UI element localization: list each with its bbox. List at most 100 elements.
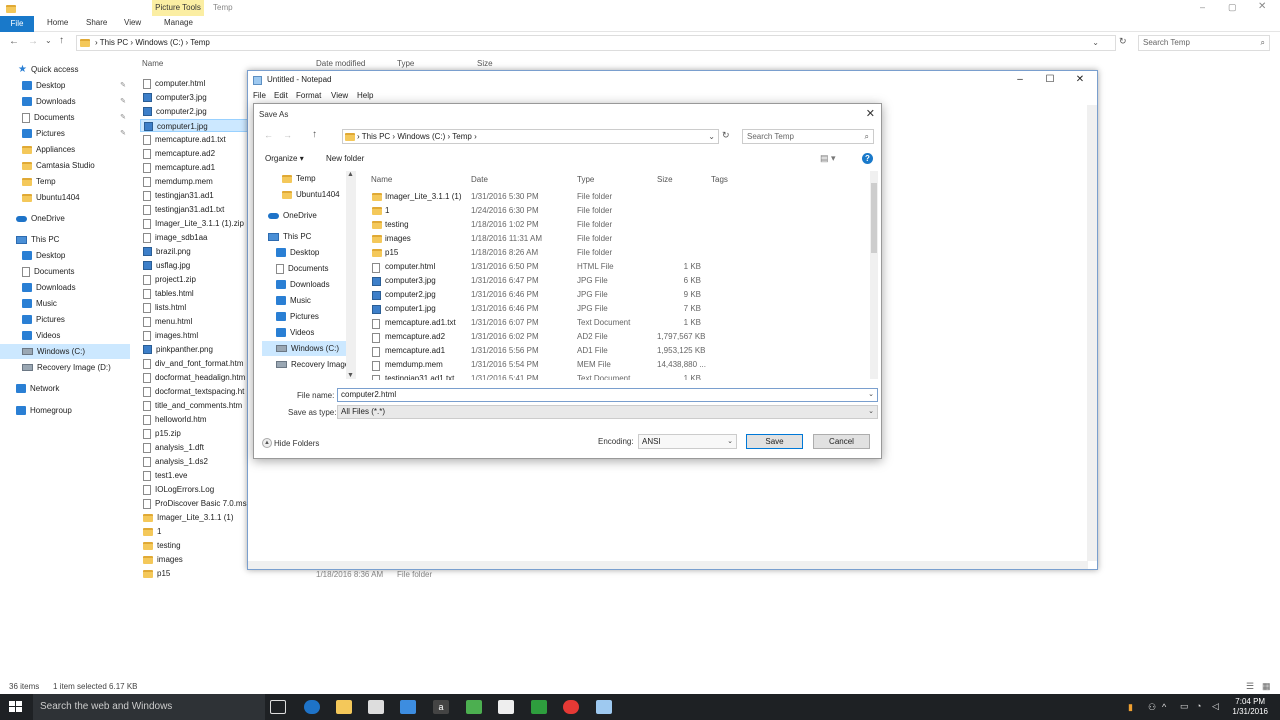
- vertical-scrollbar[interactable]: [1087, 105, 1097, 561]
- chevron-up-icon[interactable]: ^: [1162, 702, 1166, 712]
- sidebar-item[interactable]: OneDrive: [0, 211, 130, 226]
- tiles-view-icon[interactable]: ▦: [1262, 681, 1271, 692]
- dialog-search-input[interactable]: Search Temp ⌕: [742, 129, 874, 144]
- file-name-input[interactable]: computer2.html ⌄: [337, 388, 878, 402]
- list-item[interactable]: project1.zip: [140, 273, 250, 286]
- tab-share[interactable]: Share: [86, 18, 107, 27]
- sidebar-item[interactable]: Documents: [0, 264, 130, 279]
- taskbar-search-input[interactable]: Search the web and Windows: [33, 694, 265, 720]
- volume-icon[interactable]: ◁: [1212, 701, 1219, 712]
- dialog-nav-item[interactable]: Pictures: [262, 309, 356, 324]
- table-row[interactable]: p15 1/18/2016 8:26 AM File folder: [370, 246, 870, 260]
- table-row[interactable]: memcapture.ad2 1/31/2016 6:02 PM AD2 File 1…: [370, 330, 870, 344]
- menu-view[interactable]: View: [331, 91, 348, 100]
- dialog-nav-item[interactable]: Music: [262, 293, 356, 308]
- table-row[interactable]: testing 1/18/2016 1:02 PM File folder: [370, 218, 870, 232]
- sidebar-item[interactable]: Downloads ✎: [0, 94, 130, 109]
- dropbox-icon[interactable]: [400, 700, 416, 714]
- scroll-thumb[interactable]: [871, 183, 877, 253]
- sidebar-item[interactable]: This PC: [0, 232, 130, 247]
- chevron-up-icon[interactable]: ▲: [262, 438, 272, 448]
- notepad-plus-icon[interactable]: [498, 700, 514, 714]
- list-item[interactable]: p15: [140, 567, 250, 580]
- start-button[interactable]: [9, 701, 22, 713]
- encoding-select[interactable]: ANSI ⌄: [638, 434, 737, 449]
- tab-manage[interactable]: Manage: [164, 18, 193, 27]
- sidebar-item[interactable]: Desktop ✎: [0, 78, 130, 93]
- forward-icon[interactable]: →: [28, 36, 38, 47]
- dialog-nav-item[interactable]: Videos: [262, 325, 356, 340]
- list-item[interactable]: title_and_comments.htm: [140, 399, 250, 412]
- organize-button[interactable]: Organize ▾: [265, 154, 304, 163]
- tab-home[interactable]: Home: [47, 18, 68, 27]
- dialog-nav-item[interactable]: Desktop: [262, 245, 356, 260]
- list-item[interactable]: computer.html: [140, 77, 250, 90]
- list-item[interactable]: helloworld.htm: [140, 413, 250, 426]
- list-item[interactable]: test1.eve: [140, 469, 250, 482]
- menu-file[interactable]: File: [253, 91, 266, 100]
- search-icon[interactable]: ⌕: [1261, 36, 1265, 50]
- dialog-nav-item[interactable]: Documents: [262, 261, 356, 276]
- scroll-up-icon[interactable]: ▲: [347, 171, 354, 178]
- table-row[interactable]: memcapture.ad1 1/31/2016 5:56 PM AD1 File 1…: [370, 344, 870, 358]
- minimize-icon[interactable]: –: [1005, 71, 1035, 89]
- column-header-date[interactable]: Date: [471, 175, 488, 184]
- menu-format[interactable]: Format: [296, 91, 321, 100]
- search-icon[interactable]: ⌕: [865, 130, 869, 143]
- cancel-button[interactable]: Cancel: [813, 434, 870, 449]
- column-header-type[interactable]: Type: [397, 59, 414, 68]
- dialog-nav-item[interactable]: Downloads: [262, 277, 356, 292]
- dialog-nav-item[interactable]: Temp: [262, 171, 356, 186]
- close-icon[interactable]: ✕: [866, 107, 875, 120]
- sidebar-item[interactable]: Music: [0, 296, 130, 311]
- table-row[interactable]: computer1.jpg 1/31/2016 6:46 PM JPG File 7 …: [370, 302, 870, 316]
- sidebar-item[interactable]: Videos: [0, 328, 130, 343]
- dialog-nav-item[interactable]: Ubuntu1404: [262, 187, 356, 202]
- list-item[interactable]: analysis_1.ds2: [140, 455, 250, 468]
- file-list-scrollbar[interactable]: [870, 171, 878, 379]
- column-header-name[interactable]: Name: [142, 59, 163, 68]
- table-row[interactable]: memcapture.ad1.txt 1/31/2016 6:07 PM Text …: [370, 316, 870, 330]
- notepad-titlebar[interactable]: Untitled - Notepad – ☐ ✕: [248, 71, 1097, 89]
- breadcrumb-this-pc[interactable]: This PC: [100, 38, 128, 47]
- dialog-address-bar[interactable]: › This PC › Windows (C:) › Temp › ⌄: [342, 129, 719, 144]
- back-icon[interactable]: ←: [9, 36, 19, 47]
- list-item[interactable]: pinkpanther.png: [140, 343, 250, 356]
- table-row[interactable]: 1 1/24/2016 6:30 PM File folder: [370, 204, 870, 218]
- dialog-nav-item[interactable]: Windows (C:): [262, 341, 356, 356]
- search-input[interactable]: Search Temp ⌕: [1138, 35, 1270, 51]
- maximize-icon[interactable]: ▢: [1228, 2, 1237, 13]
- chevron-down-icon[interactable]: ⌄: [1092, 36, 1099, 50]
- list-item[interactable]: testing: [140, 539, 250, 552]
- forward-icon[interactable]: →: [283, 130, 292, 140]
- menu-help[interactable]: Help: [357, 91, 373, 100]
- list-item[interactable]: memcapture.ad2: [140, 147, 250, 160]
- refresh-icon[interactable]: ↻: [1119, 36, 1127, 47]
- up-icon[interactable]: ↑: [59, 35, 64, 46]
- breadcrumb-temp[interactable]: Temp: [452, 132, 472, 141]
- quick-access-toolbar[interactable]: [6, 4, 16, 13]
- minimize-icon[interactable]: –: [1200, 2, 1205, 12]
- list-item[interactable]: image_sdb1aa: [140, 231, 250, 244]
- table-row[interactable]: images 1/18/2016 11:31 AM File folder: [370, 232, 870, 246]
- file-explorer-icon[interactable]: [336, 700, 352, 714]
- tab-file[interactable]: File: [0, 16, 34, 32]
- sidebar-item[interactable]: Homegroup: [0, 403, 130, 418]
- refresh-icon[interactable]: ↻: [722, 130, 730, 141]
- list-item[interactable]: memdump.mem: [140, 175, 250, 188]
- column-header-date-modified[interactable]: Date modified: [316, 59, 365, 68]
- list-item[interactable]: tables.html: [140, 287, 250, 300]
- address-bar[interactable]: › This PC › Windows (C:) › Temp ⌄: [76, 35, 1116, 51]
- table-row[interactable]: computer2.jpg 1/31/2016 6:46 PM JPG File 9 …: [370, 288, 870, 302]
- list-item[interactable]: ProDiscover Basic 7.0.msi: [140, 497, 250, 510]
- table-row[interactable]: computer3.jpg 1/31/2016 6:47 PM JPG File 6 …: [370, 274, 870, 288]
- list-item[interactable]: images: [140, 553, 250, 566]
- list-item[interactable]: docformat_textspacing.ht: [140, 385, 250, 398]
- list-item[interactable]: Imager_Lite_3.1.1 (1).zip: [140, 217, 250, 230]
- column-header-tags[interactable]: Tags: [711, 175, 728, 184]
- task-view-icon[interactable]: [270, 700, 286, 714]
- store-icon[interactable]: [368, 700, 384, 714]
- breadcrumb-this-pc[interactable]: This PC: [362, 132, 390, 141]
- list-item[interactable]: p15.zip: [140, 427, 250, 440]
- save-button[interactable]: Save: [746, 434, 803, 449]
